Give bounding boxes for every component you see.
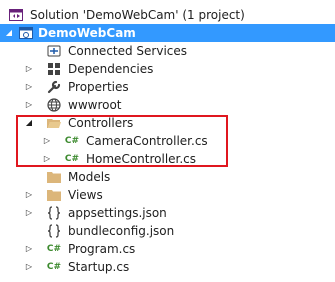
collapse-arrow-icon[interactable]: ◢ <box>4 24 14 42</box>
tree-item-label: Startup.cs <box>68 260 130 274</box>
tree-item-label: Dependencies <box>68 62 154 76</box>
solution-icon <box>8 7 24 23</box>
tree-item-label: Models <box>68 170 111 184</box>
tree-item-label: bundleconfig.json <box>68 224 175 238</box>
tree-row-dependencies[interactable]: ▷ Dependencies <box>0 60 335 78</box>
tree-row-startup[interactable]: ▷ C# Startup.cs <box>0 258 335 276</box>
globe-icon <box>46 97 62 113</box>
tree-row-controllers[interactable]: ◢ Controllers <box>0 114 335 132</box>
tree-item-label: wwwroot <box>68 98 122 112</box>
expand-arrow-icon[interactable]: ▷ <box>24 186 34 204</box>
tree-row-home-controller[interactable]: ▷ C# HomeController.cs <box>0 150 335 168</box>
tree-row-views[interactable]: ▷ Views <box>0 186 335 204</box>
tree-row-connected-services[interactable]: Connected Services <box>0 42 335 60</box>
expand-arrow-icon[interactable]: ▷ <box>24 204 34 222</box>
tree-row-properties[interactable]: ▷ Properties <box>0 78 335 96</box>
folder-icon <box>46 187 62 203</box>
expand-arrow-icon[interactable]: ▷ <box>24 96 34 114</box>
expand-arrow-icon[interactable]: ▷ <box>24 60 34 78</box>
tree-item-label: appsettings.json <box>68 206 167 220</box>
folder-open-icon <box>46 115 62 131</box>
tree-row-appsettings[interactable]: ▷ appsettings.json <box>0 204 335 222</box>
expand-arrow-icon[interactable]: ▷ <box>24 78 34 96</box>
project-label: DemoWebCam <box>38 26 136 40</box>
csharp-file-icon: C# <box>46 244 62 254</box>
dependencies-icon <box>46 61 62 77</box>
expand-arrow-icon[interactable]: ▷ <box>24 258 34 276</box>
solution-label: Solution 'DemoWebCam' (1 project) <box>30 8 245 22</box>
tree-row-models[interactable]: Models <box>0 168 335 186</box>
tree-item-label: Program.cs <box>68 242 136 256</box>
tree-row-wwwroot[interactable]: ▷ wwwroot <box>0 96 335 114</box>
tree-item-label: Connected Services <box>68 44 188 58</box>
expand-arrow-icon[interactable]: ▷ <box>42 132 52 150</box>
expand-arrow-icon[interactable]: ▷ <box>24 240 34 258</box>
folder-icon <box>46 169 62 185</box>
tree-item-label: Controllers <box>68 116 134 130</box>
json-file-icon <box>46 205 62 221</box>
tree-item-label: HomeController.cs <box>86 152 197 166</box>
web-project-icon <box>18 25 34 41</box>
csharp-file-icon: C# <box>46 262 62 272</box>
tree-item-label: Views <box>68 188 103 202</box>
csharp-file-icon: C# <box>64 154 80 164</box>
wrench-icon <box>46 79 62 95</box>
csharp-file-icon: C# <box>64 136 80 146</box>
collapse-arrow-icon[interactable]: ◢ <box>24 114 34 132</box>
connected-services-icon <box>46 43 62 59</box>
tree-row-project[interactable]: ◢ DemoWebCam <box>0 24 335 42</box>
expand-arrow-icon[interactable]: ▷ <box>42 150 52 168</box>
tree-row-camera-controller[interactable]: ▷ C# CameraController.cs <box>0 132 335 150</box>
tree-row-program[interactable]: ▷ C# Program.cs <box>0 240 335 258</box>
tree-item-label: Properties <box>68 80 129 94</box>
tree-item-label: CameraController.cs <box>86 134 208 148</box>
tree-row-solution[interactable]: Solution 'DemoWebCam' (1 project) <box>0 6 335 24</box>
tree-row-bundleconfig[interactable]: bundleconfig.json <box>0 222 335 240</box>
json-file-icon <box>46 223 62 239</box>
